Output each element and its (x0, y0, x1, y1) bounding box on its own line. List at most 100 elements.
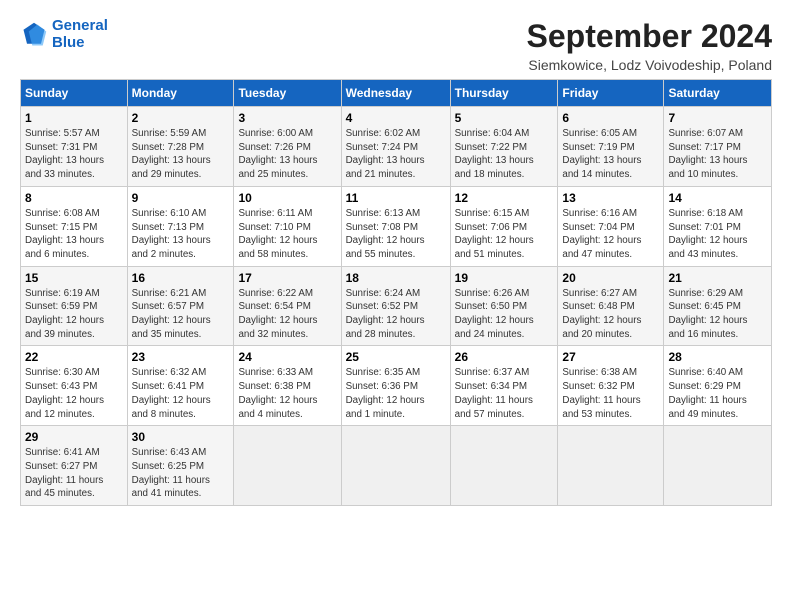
cell-3-3: 17 Sunrise: 6:22 AM Sunset: 6:54 PM Dayli… (234, 266, 341, 346)
day-info: Sunrise: 6:40 AM Sunset: 6:29 PM Dayligh… (668, 366, 767, 421)
logo-line2: Blue (52, 34, 85, 51)
cell-1-4: 4 Sunrise: 6:02 AM Sunset: 7:24 PM Daylig… (341, 107, 450, 187)
cell-4-1: 22 Sunrise: 6:30 AM Sunset: 6:43 PM Dayli… (21, 346, 128, 426)
day-info: Sunrise: 6:16 AM Sunset: 7:04 PM Dayligh… (562, 207, 659, 262)
title-block: September 2024 Siemkowice, Lodz Voivodes… (527, 18, 772, 73)
day-number: 18 (346, 271, 446, 285)
day-number: 7 (668, 111, 767, 125)
day-number: 29 (25, 430, 123, 444)
col-thursday: Thursday (450, 80, 558, 107)
day-number: 17 (238, 271, 336, 285)
day-info: Sunrise: 6:10 AM Sunset: 7:13 PM Dayligh… (132, 207, 230, 262)
logo-line1: General (52, 17, 108, 34)
cell-1-3: 3 Sunrise: 6:00 AM Sunset: 7:26 PM Daylig… (234, 107, 341, 187)
day-info: Sunrise: 6:32 AM Sunset: 6:41 PM Dayligh… (132, 366, 230, 421)
col-wednesday: Wednesday (341, 80, 450, 107)
cell-2-1: 8 Sunrise: 6:08 AM Sunset: 7:15 PM Daylig… (21, 186, 128, 266)
cell-1-5: 5 Sunrise: 6:04 AM Sunset: 7:22 PM Daylig… (450, 107, 558, 187)
day-number: 10 (238, 191, 336, 205)
cell-1-2: 2 Sunrise: 5:59 AM Sunset: 7:28 PM Daylig… (127, 107, 234, 187)
day-number: 5 (455, 111, 554, 125)
day-number: 6 (562, 111, 659, 125)
cell-3-5: 19Sunrise: 6:26 AM Sunset: 6:50 PM Dayli… (450, 266, 558, 346)
week-row-5: 29 Sunrise: 6:41 AM Sunset: 6:27 PM Dayli… (21, 426, 772, 506)
day-info: Sunrise: 6:37 AM Sunset: 6:34 PM Dayligh… (455, 366, 554, 421)
cell-4-5: 26 Sunrise: 6:37 AM Sunset: 6:34 PM Dayli… (450, 346, 558, 426)
col-sunday: Sunday (21, 80, 128, 107)
main-title: September 2024 (527, 18, 772, 55)
cell-3-2: 16Sunrise: 6:21 AM Sunset: 6:57 PM Dayli… (127, 266, 234, 346)
day-number: 24 (238, 350, 336, 364)
day-number: 2 (132, 111, 230, 125)
day-info: Sunrise: 6:41 AM Sunset: 6:27 PM Dayligh… (25, 446, 123, 501)
cell-1-6: 6 Sunrise: 6:05 AM Sunset: 7:19 PM Daylig… (558, 107, 664, 187)
day-info: Sunrise: 6:30 AM Sunset: 6:43 PM Dayligh… (25, 366, 123, 421)
day-number: 27 (562, 350, 659, 364)
col-monday: Monday (127, 80, 234, 107)
day-number: 20 (562, 271, 659, 285)
day-number: 21 (668, 271, 767, 285)
day-info: Sunrise: 6:07 AM Sunset: 7:17 PM Dayligh… (668, 127, 767, 182)
cell-2-6: 13Sunrise: 6:16 AM Sunset: 7:04 PM Dayli… (558, 186, 664, 266)
cell-2-4: 11Sunrise: 6:13 AM Sunset: 7:08 PM Dayli… (341, 186, 450, 266)
cell-5-4 (341, 426, 450, 506)
day-number: 28 (668, 350, 767, 364)
cell-3-4: 18Sunrise: 6:24 AM Sunset: 6:52 PM Dayli… (341, 266, 450, 346)
day-info: Sunrise: 6:05 AM Sunset: 7:19 PM Dayligh… (562, 127, 659, 182)
cell-5-3 (234, 426, 341, 506)
day-info: Sunrise: 6:11 AM Sunset: 7:10 PM Dayligh… (238, 207, 336, 262)
calendar-table: Sunday Monday Tuesday Wednesday Thursday… (20, 79, 772, 506)
day-number: 12 (455, 191, 554, 205)
day-number: 25 (346, 350, 446, 364)
header: General Blue September 2024 Siemkowice, … (20, 18, 772, 73)
cell-4-6: 27Sunrise: 6:38 AM Sunset: 6:32 PM Dayli… (558, 346, 664, 426)
col-friday: Friday (558, 80, 664, 107)
cell-5-5 (450, 426, 558, 506)
cell-5-2: 30 Sunrise: 6:43 AM Sunset: 6:25 PM Dayli… (127, 426, 234, 506)
cell-3-1: 15Sunrise: 6:19 AM Sunset: 6:59 PM Dayli… (21, 266, 128, 346)
logo-icon (20, 21, 48, 49)
cell-2-7: 14Sunrise: 6:18 AM Sunset: 7:01 PM Dayli… (664, 186, 772, 266)
day-number: 22 (25, 350, 123, 364)
day-info: Sunrise: 6:04 AM Sunset: 7:22 PM Dayligh… (455, 127, 554, 182)
day-info: Sunrise: 6:02 AM Sunset: 7:24 PM Dayligh… (346, 127, 446, 182)
cell-2-3: 10 Sunrise: 6:11 AM Sunset: 7:10 PM Dayli… (234, 186, 341, 266)
week-row-1: 1Sunrise: 5:57 AM Sunset: 7:31 PM Daylig… (21, 107, 772, 187)
cell-2-2: 9 Sunrise: 6:10 AM Sunset: 7:13 PM Daylig… (127, 186, 234, 266)
cell-4-7: 28 Sunrise: 6:40 AM Sunset: 6:29 PM Dayli… (664, 346, 772, 426)
cell-4-3: 24Sunrise: 6:33 AM Sunset: 6:38 PM Dayli… (234, 346, 341, 426)
cell-5-1: 29 Sunrise: 6:41 AM Sunset: 6:27 PM Dayli… (21, 426, 128, 506)
day-info: Sunrise: 5:59 AM Sunset: 7:28 PM Dayligh… (132, 127, 230, 182)
col-tuesday: Tuesday (234, 80, 341, 107)
col-saturday: Saturday (664, 80, 772, 107)
day-info: Sunrise: 6:08 AM Sunset: 7:15 PM Dayligh… (25, 207, 123, 262)
day-info: Sunrise: 6:27 AM Sunset: 6:48 PM Dayligh… (562, 287, 659, 342)
page: General Blue September 2024 Siemkowice, … (0, 0, 792, 612)
cell-2-5: 12Sunrise: 6:15 AM Sunset: 7:06 PM Dayli… (450, 186, 558, 266)
day-info: Sunrise: 6:26 AM Sunset: 6:50 PM Dayligh… (455, 287, 554, 342)
day-info: Sunrise: 6:21 AM Sunset: 6:57 PM Dayligh… (132, 287, 230, 342)
day-info: Sunrise: 6:00 AM Sunset: 7:26 PM Dayligh… (238, 127, 336, 182)
day-number: 15 (25, 271, 123, 285)
day-info: Sunrise: 6:13 AM Sunset: 7:08 PM Dayligh… (346, 207, 446, 262)
week-row-2: 8 Sunrise: 6:08 AM Sunset: 7:15 PM Daylig… (21, 186, 772, 266)
cell-5-7 (664, 426, 772, 506)
day-info: Sunrise: 6:29 AM Sunset: 6:45 PM Dayligh… (668, 287, 767, 342)
day-number: 26 (455, 350, 554, 364)
day-number: 30 (132, 430, 230, 444)
day-number: 1 (25, 111, 123, 125)
cell-1-7: 7 Sunrise: 6:07 AM Sunset: 7:17 PM Daylig… (664, 107, 772, 187)
day-number: 23 (132, 350, 230, 364)
cell-4-2: 23 Sunrise: 6:32 AM Sunset: 6:41 PM Dayli… (127, 346, 234, 426)
cell-3-7: 21 Sunrise: 6:29 AM Sunset: 6:45 PM Dayli… (664, 266, 772, 346)
day-number: 3 (238, 111, 336, 125)
day-number: 14 (668, 191, 767, 205)
day-info: Sunrise: 6:22 AM Sunset: 6:54 PM Dayligh… (238, 287, 336, 342)
logo-text: General Blue (52, 18, 108, 51)
day-number: 9 (132, 191, 230, 205)
day-info: Sunrise: 6:43 AM Sunset: 6:25 PM Dayligh… (132, 446, 230, 501)
day-number: 8 (25, 191, 123, 205)
day-number: 4 (346, 111, 446, 125)
cell-4-4: 25Sunrise: 6:35 AM Sunset: 6:36 PM Dayli… (341, 346, 450, 426)
week-row-3: 15Sunrise: 6:19 AM Sunset: 6:59 PM Dayli… (21, 266, 772, 346)
